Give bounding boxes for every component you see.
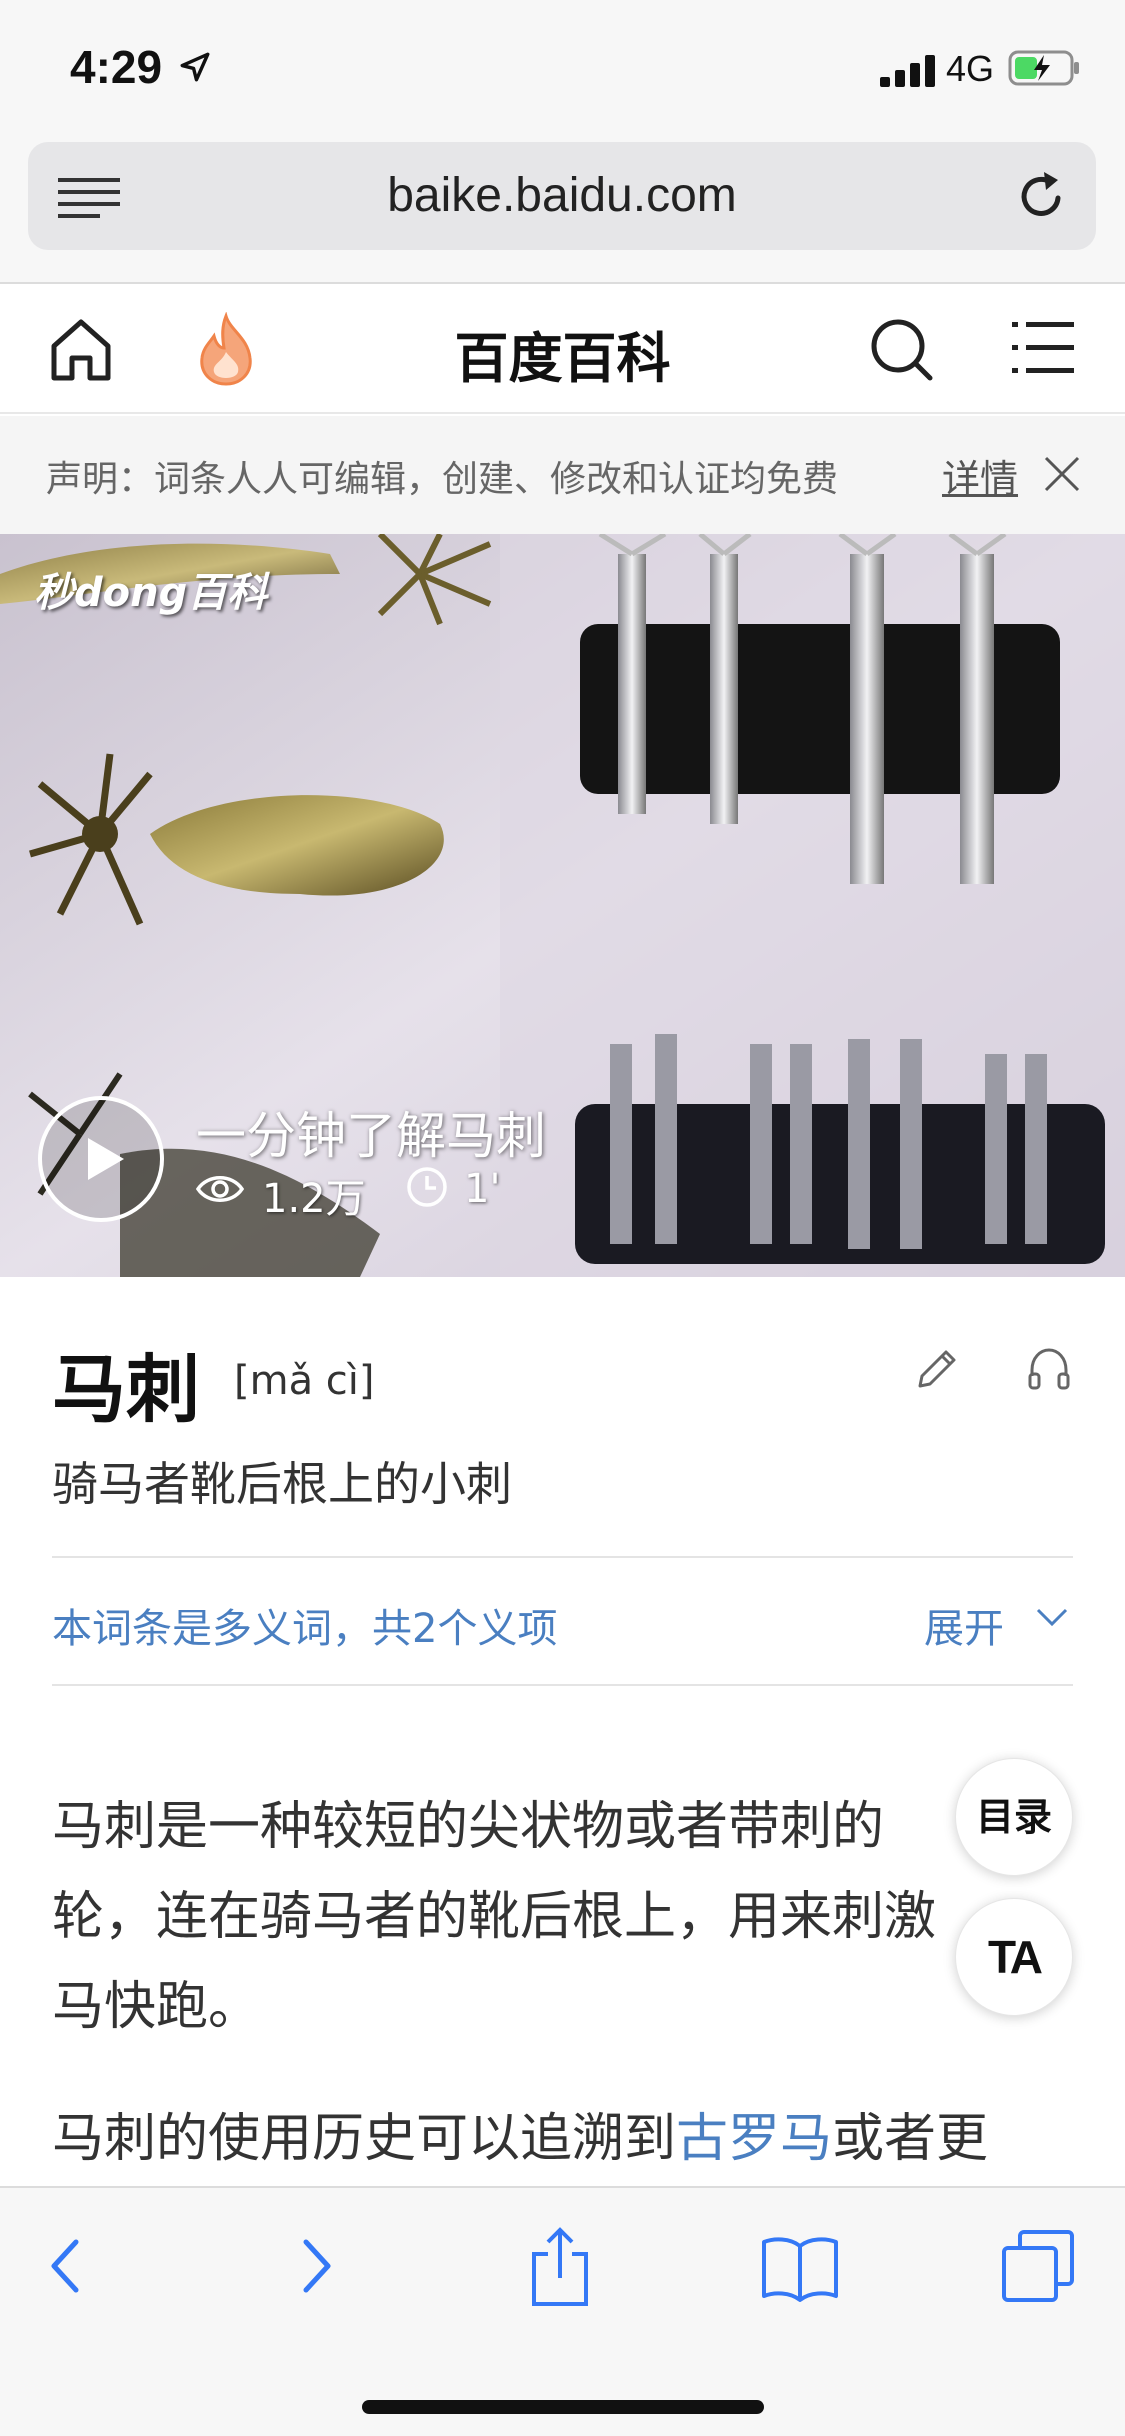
divider [52,1684,1073,1686]
signal-icon [880,55,935,87]
headphones-icon[interactable] [1024,1344,1074,1394]
toc-button[interactable]: 目录 [955,1758,1073,1876]
disclaimer-text: 声明：词条人人可编辑，创建、修改和认证均免费 [46,459,839,500]
battery-icon [1008,50,1079,86]
spurs-photo [0,534,1125,1277]
play-button[interactable] [38,1096,164,1222]
edit-pencil-icon[interactable] [912,1344,962,1394]
ancient-rome-link[interactable]: 古罗马 [676,2109,832,2169]
font-size-button[interactable]: TA [955,1898,1073,2016]
expand-button[interactable]: 展开 [924,1596,1004,1654]
close-icon[interactable] [1042,454,1082,494]
reload-icon[interactable] [1014,168,1070,224]
tabs-icon[interactable] [1000,2228,1076,2304]
search-icon[interactable] [866,314,936,384]
entry-title: 马刺 [52,1347,200,1433]
back-icon[interactable] [46,2234,86,2298]
url-text[interactable]: baike.baidu.com [28,168,1096,223]
page-title: 百度百科 [454,327,671,390]
disclaimer-bar: 声明：词条人人可编辑，创建、修改和认证均免费 详情 [0,416,1125,534]
home-indicator[interactable] [362,2400,764,2414]
eye-icon [196,1176,244,1202]
clock-icon [407,1167,447,1207]
forward-icon[interactable] [296,2234,336,2298]
menu-list-icon[interactable] [1012,318,1074,378]
video-duration: 1' [464,1166,501,1212]
network-label: 4G [946,48,995,89]
entry-pinyin: [mǎ cì] [234,1358,375,1404]
entry-summary: 骑马者靴后根上的小刺 [52,1457,512,1511]
page: 4:29 4G baike.baidu.com 百度百科 声明：词条人人可编辑，… [0,0,1125,2436]
chevron-down-icon[interactable] [1034,1606,1070,1630]
video-watermark: 秒dong百科 [34,570,268,616]
disclaimer-detail-link[interactable]: 详情 [942,448,1018,503]
divider [52,1556,1073,1558]
status-bar: 4:29 4G [0,0,1125,140]
video-views: 1.2万 [262,1176,366,1222]
video-cover[interactable]: 秒dong百科 一分钟了解马刺 1.2万 1' [0,534,1125,1277]
share-icon[interactable] [528,2224,592,2308]
location-arrow-icon [180,52,210,82]
body-paragraph: 马刺是一种较短的尖状物或者带刺的轮，连在骑马者的靴后根上，用来刺激马快跑。 [52,1797,937,2037]
browser-toolbar [0,2186,1125,2436]
bookmarks-icon[interactable] [760,2232,840,2302]
paragraph-text: 或者更 [832,2109,989,2169]
video-title: 一分钟了解马刺 [196,1107,546,1165]
status-time: 4:29 [70,41,163,93]
body-paragraph: 马刺的使用历史可以追溯到古罗马或者更 [52,2094,1082,2184]
paragraph-text: 马刺的使用历史可以追溯到 [52,2109,677,2169]
url-bar[interactable]: baike.baidu.com [28,142,1096,250]
baike-header: 百度百科 [0,284,1125,414]
polysemy-notice[interactable]: 本词条是多义词，共2个义项 [52,1596,557,1654]
